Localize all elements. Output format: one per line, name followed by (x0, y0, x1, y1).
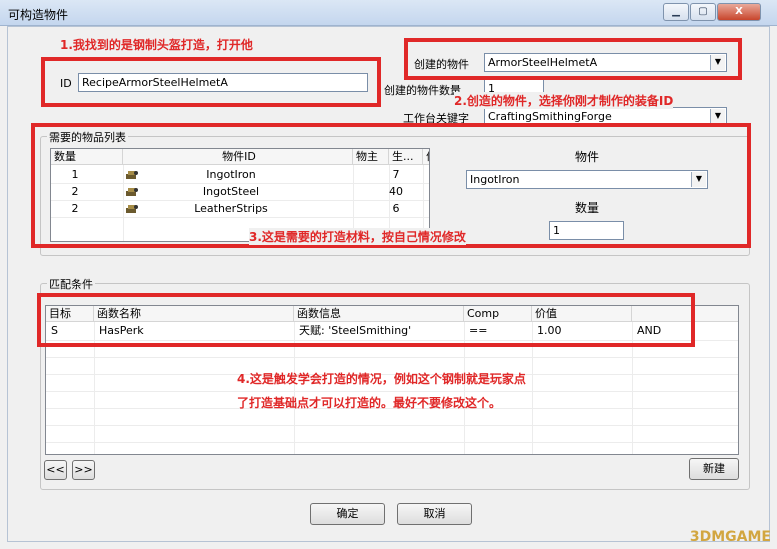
workbench-value: CraftingSmithingForge (488, 110, 612, 123)
next-button[interactable]: >> (72, 460, 95, 480)
prev-button[interactable]: << (44, 460, 67, 480)
annotation-box-1 (41, 57, 381, 107)
minimize-button[interactable]: ▁ (663, 3, 689, 21)
conditions-title: 匹配条件 (47, 276, 95, 292)
created-count-label: 创建的物件数量 (384, 84, 461, 97)
maximize-button[interactable]: ▢ (690, 3, 716, 21)
annotation-note-4-line2: 了打造基础点才可以打造的。最好不要修改这个。 (237, 396, 502, 410)
window-title: 可构造物件 (8, 8, 69, 22)
annotation-note-4-line1: 4.这是触发学会打造的情况，例如这个钢制就是玩家点 (237, 372, 526, 386)
cancel-button[interactable]: 取消 (397, 503, 472, 525)
ok-button[interactable]: 确定 (310, 503, 385, 525)
annotation-note-2: 2.创造的物件，选择你刚才制作的装备ID (454, 92, 674, 109)
annotation-note-3: 3.这是需要的打造材料，按自己情况修改 (249, 228, 466, 245)
new-button[interactable]: 新建 (689, 458, 739, 480)
annotation-box-4 (37, 293, 695, 347)
close-button[interactable]: X (717, 3, 761, 21)
watermark-logo: 3DMGAME (689, 529, 771, 545)
chevron-down-icon[interactable]: ▼ (710, 109, 725, 124)
annotation-box-2 (404, 38, 742, 80)
title-bar: 可构造物件 ▁ ▢ X (0, 0, 777, 26)
annotation-note-1: 1.我找到的是钢制头盔打造，打开他 (60, 36, 253, 53)
